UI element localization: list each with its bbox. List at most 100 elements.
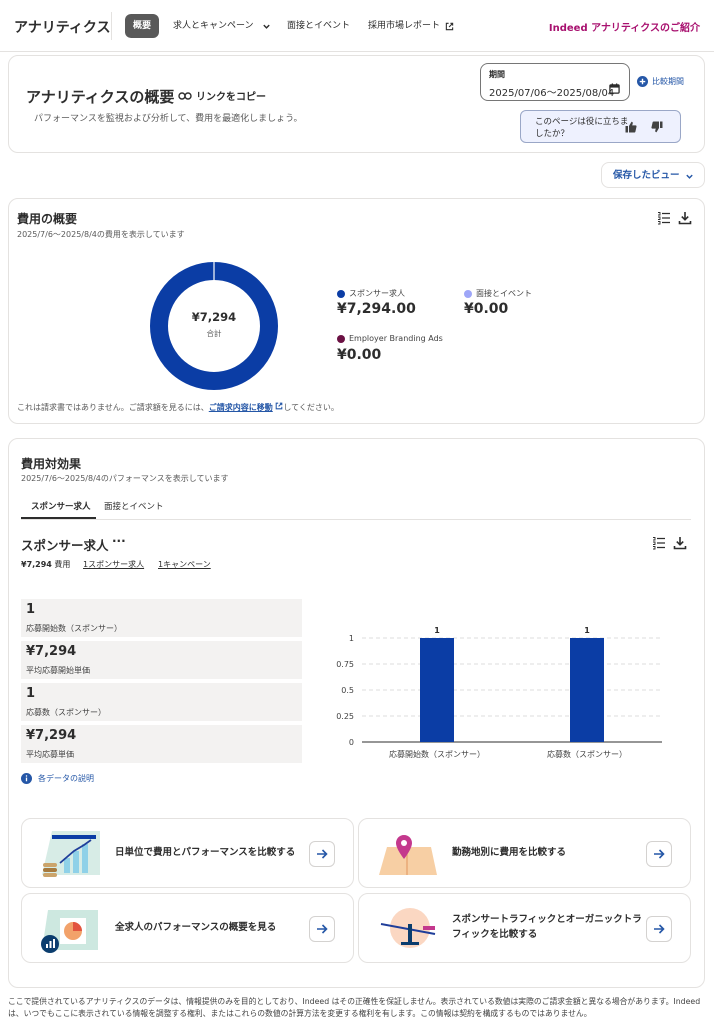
action-traffic-compare[interactable]: スポンサートラフィックとオーガニックトラフィックを比較する xyxy=(358,893,691,963)
page-subtitle: パフォーマンスを監視および分析して、費用を最適化しましょう。 xyxy=(34,114,303,124)
arrow-right-button[interactable] xyxy=(646,916,672,942)
traffic-balance-illustration-icon xyxy=(380,908,436,948)
nav-divider xyxy=(111,12,112,40)
campaign-link-label: 1キャンペーン xyxy=(158,560,211,569)
metric-value: ¥7,294 xyxy=(26,728,77,743)
copy-link-label: リンクをコピー xyxy=(196,92,266,103)
donut-total-value: ¥7,294 xyxy=(191,310,237,324)
external-link-icon xyxy=(445,22,454,30)
y-tick-label: 0.25 xyxy=(336,712,354,721)
nav-tab-jobs-label: 求人とキャンペーン xyxy=(173,21,254,31)
chevron-down-icon xyxy=(262,24,270,29)
cost-title: 費用の概要 xyxy=(17,212,78,226)
arrow-right-button[interactable] xyxy=(309,841,335,867)
copy-link-button[interactable]: リンクをコピー xyxy=(178,88,266,103)
download-icon[interactable] xyxy=(678,211,692,225)
legend-dot-branding xyxy=(337,334,345,343)
download-icon[interactable] xyxy=(673,536,687,550)
legend-branding-value: ¥0.00 xyxy=(337,347,382,363)
action-daily-compare[interactable]: 日単位で費用とパフォーマンスを比較する xyxy=(21,818,354,888)
cost-subtitle: 2025/7/6〜2025/8/4の費用を表示しています xyxy=(17,230,185,239)
action-location-compare-label: 勤務地別に費用を比較する xyxy=(452,847,567,858)
nav-tab-overview[interactable]: 概要 xyxy=(125,14,160,38)
bar xyxy=(420,638,454,742)
bar-data-label: 1 xyxy=(584,626,590,635)
legend-dot-interviews xyxy=(464,289,472,298)
metric-avg-apply-cost: ¥7,294 平均応募単価 xyxy=(21,725,302,763)
y-tick-label: 0.75 xyxy=(336,660,354,669)
sponsored-jobs-link[interactable]: 1スポンサー求人 xyxy=(83,559,144,570)
arrow-right-icon xyxy=(317,924,328,934)
effectiveness-subtitle: 2025/7/6〜2025/8/4のパフォーマンスを表示しています xyxy=(21,474,229,483)
metric-label: 平均応募単価 xyxy=(26,750,74,759)
period-value: 2025/07/06〜2025/08/04 xyxy=(489,88,615,99)
arrow-right-icon xyxy=(317,849,328,859)
tab-interviews-events[interactable]: 面接とイベント xyxy=(104,500,164,512)
feedback-question: このページは役に立ちましたか？ xyxy=(535,117,629,139)
spend-label: 費用 xyxy=(54,560,71,569)
arrow-right-button[interactable] xyxy=(309,916,335,942)
nav-tab-interviews[interactable]: 面接とイベント xyxy=(287,14,350,38)
bar xyxy=(570,638,604,742)
arrow-right-button[interactable] xyxy=(646,841,672,867)
legend-sponsored-jobs: スポンサー求人 xyxy=(337,288,405,299)
legend-interviews: 面接とイベント xyxy=(464,288,532,299)
action-all-jobs-overview-label: 全求人のパフォーマンスの概要を見る xyxy=(115,922,277,933)
action-location-compare[interactable]: 勤務地別に費用を比較する xyxy=(358,818,691,888)
billing-link[interactable]: ご請求内容に移動 xyxy=(209,403,273,412)
legend-branding-ads: Employer Branding Ads xyxy=(337,334,443,343)
metric-label: 応募開始数（スポンサー） xyxy=(26,624,122,633)
column-settings-icon[interactable] xyxy=(657,211,671,225)
disclaimer-footer: ここで提供されているアナリティクスのデータは、情報提供のみを目的としており、In… xyxy=(8,997,701,1018)
info-icon xyxy=(21,773,32,784)
legend-interviews-value: ¥0.00 xyxy=(464,301,509,317)
legend-branding-label: Employer Branding Ads xyxy=(349,334,443,343)
spend-summary: ¥7,294 費用 xyxy=(21,559,70,570)
metric-applies: 1 応募数（スポンサー） xyxy=(21,683,302,721)
cost-donut-chart xyxy=(150,262,278,390)
tabs-divider xyxy=(21,519,691,520)
nav-tab-market-report[interactable]: 採用市場レポート xyxy=(368,14,454,38)
metric-label: 応募数（スポンサー） xyxy=(26,708,106,717)
pie-chart-illustration-icon xyxy=(41,910,98,953)
data-help-link[interactable]: 各データの説明 xyxy=(21,773,94,784)
x-tick-label: 応募数（スポンサー） xyxy=(547,749,627,759)
saved-views-dropdown[interactable]: 保存したビュー xyxy=(601,162,705,188)
arrow-right-icon xyxy=(654,924,665,934)
billing-note-post: してください。 xyxy=(283,403,339,412)
nav-tab-jobs[interactable]: 求人とキャンペーン xyxy=(173,14,271,38)
period-label: 期間 xyxy=(489,70,505,79)
thumbs-up-icon[interactable] xyxy=(625,121,637,133)
metric-avg-start-cost: ¥7,294 平均応募開始単価 xyxy=(21,641,302,679)
thumbs-down-icon[interactable] xyxy=(651,121,663,133)
metric-apply-starts: 1 応募開始数（スポンサー） xyxy=(21,599,302,637)
effectiveness-title: 費用対効果 xyxy=(21,457,82,471)
chevron-down-icon xyxy=(686,174,693,179)
billing-note-pre: これは請求書ではありません。ご請求額を見るには、 xyxy=(17,403,209,412)
column-settings-icon[interactable] xyxy=(652,536,666,550)
y-tick-label: 0.5 xyxy=(341,686,354,695)
legend-sponsored-label: スポンサー求人 xyxy=(349,289,405,298)
donut-total-label: 合計 xyxy=(206,329,222,338)
compare-period-button[interactable]: 比較期間 xyxy=(637,76,684,87)
daily-chart-illustration-icon xyxy=(42,831,100,877)
metric-label: 平均応募開始単価 xyxy=(26,666,90,675)
feedback-box: このページは役に立ちましたか？ xyxy=(520,110,681,143)
performance-bar-chart: 0 0.25 0.5 0.75 1 1 応募開始数（スポンサー） 1 応募数（スポンサー） xyxy=(336,626,662,759)
campaign-link[interactable]: 1キャンペーン xyxy=(158,559,211,570)
top-nav: アナリティクス 概要 求人とキャンペーン 面接とイベント 採用市場レポート In… xyxy=(0,0,714,52)
tab-sponsored-jobs[interactable]: スポンサー求人 xyxy=(31,500,91,512)
legend-interviews-label: 面接とイベント xyxy=(476,289,532,298)
analytics-intro-link[interactable]: Indeed アナリティクスのご紹介 xyxy=(549,19,700,34)
action-all-jobs-overview[interactable]: 全求人のパフォーマンスの概要を見る xyxy=(21,893,354,963)
compare-period-label: 比較期間 xyxy=(652,77,684,86)
period-picker[interactable]: 期間 2025/07/06〜2025/08/04 xyxy=(480,63,630,101)
spend-value: ¥7,294 xyxy=(21,560,52,569)
legend-sponsored-value: ¥7,294.00 xyxy=(337,301,416,317)
metric-value: ¥7,294 xyxy=(26,644,77,659)
more-options-button[interactable]: ··· xyxy=(112,534,126,548)
y-tick-label: 0 xyxy=(349,738,354,747)
metric-value: 1 xyxy=(26,602,36,617)
bar-data-label: 1 xyxy=(434,626,440,635)
calendar-icon xyxy=(609,83,620,94)
